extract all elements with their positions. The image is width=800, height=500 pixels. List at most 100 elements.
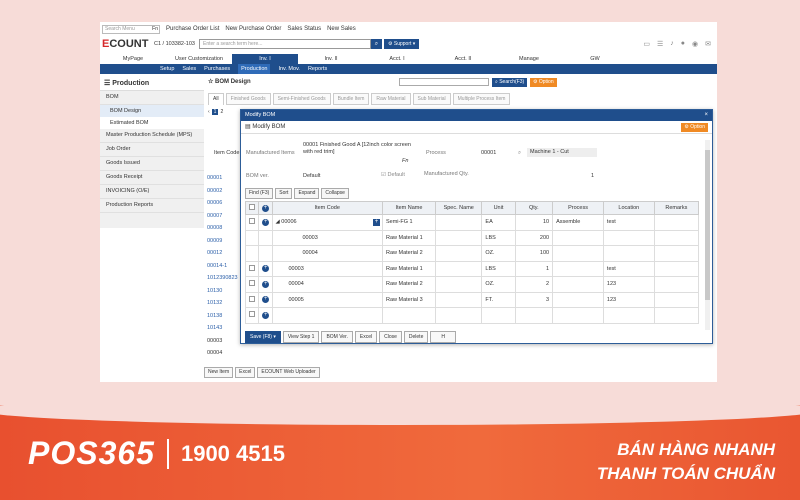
list-item[interactable]: 00006 (204, 197, 244, 210)
list-icon[interactable]: ☰ (657, 40, 663, 48)
row-checkbox[interactable] (244, 214, 260, 231)
tab-all[interactable]: All (208, 93, 224, 105)
manufactured-items-value[interactable]: 00001 Finished Good A [12inch color scre… (303, 142, 421, 156)
item-code[interactable]: 00004 (271, 245, 383, 262)
dialog-excel-button[interactable]: Excel (354, 331, 378, 343)
excel-button[interactable]: Excel (235, 367, 256, 378)
table-row[interactable]: 00004 Raw Material 2 OZ. 100 (244, 245, 700, 262)
dialog-scrollbar[interactable] (705, 140, 710, 330)
menu-user-customization[interactable]: User Customization (166, 54, 232, 64)
menu-inv-1[interactable]: Inv. I (232, 54, 298, 64)
row-checkbox[interactable] (244, 260, 260, 277)
tab-finished-goods[interactable]: Finished Goods (225, 93, 271, 105)
submenu-production[interactable]: Production (238, 64, 271, 74)
qty[interactable] (514, 307, 554, 324)
mail-icon[interactable]: ✉ (705, 40, 711, 48)
sidebar-item-goods-receipt[interactable]: Goods Receipt (100, 171, 204, 185)
submenu-setup[interactable]: Setup (160, 64, 174, 74)
item-code[interactable] (271, 307, 383, 324)
link-purchase-order-list[interactable]: Purchase Order List (166, 26, 219, 32)
item-code[interactable]: 00005 (271, 291, 383, 308)
location[interactable]: 123 (602, 291, 655, 308)
link-new-sales[interactable]: New Sales (327, 26, 356, 32)
list-item[interactable]: 10143 (204, 322, 244, 335)
location[interactable]: 123 (602, 276, 655, 293)
qty[interactable]: 2 (514, 276, 554, 293)
search-icon[interactable]: ⌕ (518, 150, 521, 157)
sidebar-item-mps[interactable]: Master Production Schedule (MPS) (100, 129, 204, 143)
pager-prev-icon[interactable]: ‹ (208, 109, 210, 115)
add-child-icon[interactable]: + (258, 214, 273, 231)
close-button[interactable]: Close (379, 331, 402, 343)
tab-sub-material[interactable]: Sub Material (412, 93, 451, 105)
table-row[interactable]: + 00005 Raw Material 3 FT. 3 123 (244, 291, 700, 308)
location[interactable]: test (602, 214, 655, 231)
remarks[interactable] (653, 245, 700, 262)
location[interactable]: test (602, 260, 655, 277)
list-item[interactable]: 00014-1 (204, 260, 244, 273)
bom-option-button[interactable]: ⚙ Option (530, 78, 557, 87)
remarks[interactable] (653, 260, 700, 277)
list-item[interactable]: 10130 (204, 285, 244, 298)
list-item[interactable]: 10138 (204, 310, 244, 323)
item-code[interactable]: 00003 (271, 229, 383, 246)
qty[interactable]: 1 (514, 260, 554, 277)
menu-mypage[interactable]: MyPage (100, 54, 166, 64)
submenu-sales[interactable]: Sales (182, 64, 196, 74)
tab-raw-material[interactable]: Raw Material (371, 93, 411, 105)
process-code[interactable]: 00001 (481, 150, 496, 156)
history-button[interactable]: H (430, 331, 456, 343)
collapse-button[interactable]: Collapse (321, 188, 349, 199)
page-2[interactable]: 2 (220, 109, 223, 115)
list-item[interactable]: 00009 (204, 235, 244, 248)
list-item[interactable]: 00002 (204, 185, 244, 198)
bell-icon[interactable]: ♪ (670, 40, 674, 48)
add-row-icon[interactable]: + (258, 201, 273, 215)
sort-button[interactable]: Sort (275, 188, 293, 199)
menu-manage[interactable]: Manage (496, 54, 562, 64)
item-code[interactable]: 00006 (281, 219, 296, 225)
table-row[interactable]: + 00004 Raw Material 2 OZ. 2 123 (244, 276, 700, 293)
link-sales-status[interactable]: Sales Status (287, 26, 321, 32)
qty[interactable]: 10 (514, 214, 554, 231)
new-item-button[interactable]: New Item (204, 367, 234, 378)
sidebar-item-job-order[interactable]: Job Order (100, 143, 204, 157)
process[interactable] (552, 276, 604, 293)
item-code[interactable]: 00004 (271, 276, 383, 293)
tab-semi-finished-goods[interactable]: Semi-Finished Goods (272, 93, 331, 105)
qty[interactable]: 200 (514, 229, 554, 246)
view-step-button[interactable]: View Step 1 (282, 331, 320, 343)
remarks[interactable] (653, 214, 700, 231)
table-row[interactable]: + (244, 307, 700, 324)
page-1[interactable]: 1 (211, 109, 219, 115)
submenu-reports[interactable]: Reports (308, 64, 327, 74)
list-item[interactable]: 00004 (204, 347, 244, 360)
location[interactable] (602, 229, 655, 246)
add-child-icon[interactable]: + (258, 291, 273, 308)
process[interactable]: Assemble (552, 214, 604, 231)
remarks[interactable] (653, 307, 700, 324)
item-code[interactable]: 00003 (271, 260, 383, 277)
menu-gw[interactable]: GW (562, 54, 628, 64)
row-checkbox[interactable] (244, 291, 260, 308)
expand-button[interactable]: Expand (294, 188, 320, 199)
submenu-inv-mov[interactable]: Inv. Mov. (278, 64, 300, 74)
bom-search-input[interactable] (399, 78, 489, 86)
list-item[interactable]: 00008 (204, 222, 244, 235)
sidebar-item-invoicing[interactable]: INVOICING (O/E) (100, 185, 204, 199)
document-icon[interactable]: ▭ (643, 40, 650, 48)
list-item[interactable]: 00012 (204, 247, 244, 260)
link-new-purchase-order[interactable]: New Purchase Order (225, 26, 281, 32)
manufactured-qty-value[interactable]: 1 (591, 173, 594, 179)
list-item[interactable]: 10132 (204, 297, 244, 310)
tab-multiple-process-item[interactable]: Multiple Process Item (452, 93, 511, 105)
table-row[interactable]: + ◢ 00006 + Semi-FG 1 EA 10 Assemble test (244, 214, 700, 231)
submenu-purchases[interactable]: Purchases (204, 64, 230, 74)
process[interactable] (552, 245, 604, 262)
qty[interactable]: 100 (514, 245, 554, 262)
sidebar-item-goods-issued[interactable]: Goods Issued (100, 157, 204, 171)
menu-inv-2[interactable]: Inv. II (298, 54, 364, 64)
menu-acct-1[interactable]: Acct. I (364, 54, 430, 64)
support-button[interactable]: ⚙ Support ▾ (383, 39, 420, 49)
qty[interactable]: 3 (514, 291, 554, 308)
